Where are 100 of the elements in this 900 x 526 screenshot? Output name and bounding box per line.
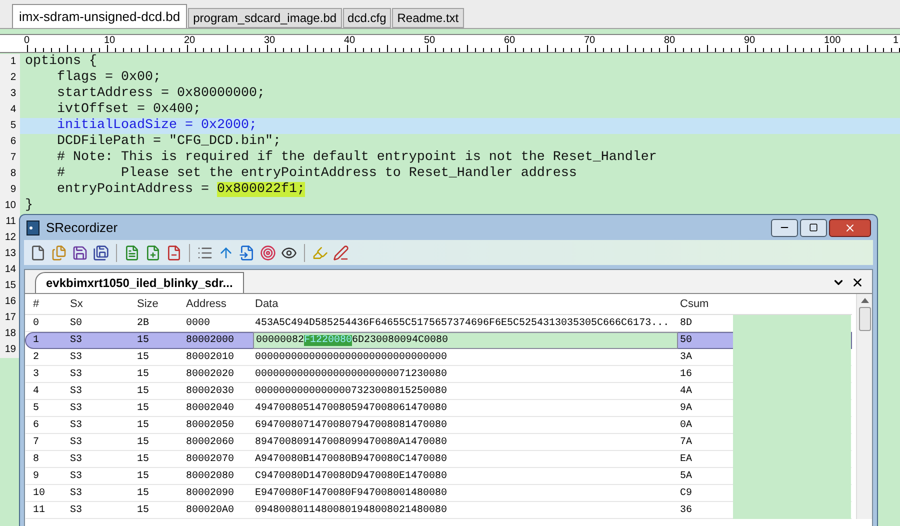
table-cell-text: 15 xyxy=(136,334,150,348)
code-line: entryPointAddress = 0x800022f1; xyxy=(56,182,306,198)
table-row[interactable]: 11 S3 15 800020A0 09480080114800801948008021480080 36 xyxy=(25,502,852,519)
line-number: 16 xyxy=(0,294,20,310)
file-tab[interactable]: dcd.cfg xyxy=(342,8,392,28)
table-cell-text: C9470080D1470080D9470080E1470080 xyxy=(254,470,448,484)
table-cell-text: C9 xyxy=(679,487,694,501)
line-number: 14 xyxy=(0,262,20,278)
file-tab[interactable]: imx-sdram-unsigned-dcd.bd xyxy=(12,4,188,28)
code-line: options { xyxy=(24,54,98,70)
table-cell-text: 1 xyxy=(32,334,40,348)
table-cell-text: 80002080 xyxy=(185,470,236,484)
table-row[interactable]: 9 S3 15 80002080 C9470080D1470080D9470080E1470080 5A xyxy=(25,468,852,485)
table-row[interactable]: 2 S3 15 80002010 00000000000000000000000000000000 3A xyxy=(25,349,852,366)
table-cell-text: 11 xyxy=(32,504,46,518)
close-icon[interactable] xyxy=(851,276,864,289)
table-cell-text: 0A xyxy=(679,419,694,433)
table-cell-text: 2B xyxy=(136,317,150,331)
code-line: startAddress = 0x80000000; xyxy=(56,86,266,102)
table-cell-text: 36 xyxy=(679,504,694,518)
new-file-icon[interactable] xyxy=(30,244,46,260)
app-icon xyxy=(26,220,40,236)
table-row[interactable]: 1 S3 15 80002000 00000082F12200806D230080094C0080 50 xyxy=(25,332,852,349)
column-header[interactable]: # xyxy=(31,296,68,312)
table-row[interactable]: 7 S3 15 80002060 894700809147008099470080A1470080 7A xyxy=(25,434,852,451)
line-number: 17 xyxy=(0,310,20,326)
table-cell-text: 00000000000000000000000071230080 xyxy=(254,368,448,382)
table-cell-text: S3 xyxy=(69,419,84,433)
ruler-label: 0 xyxy=(24,35,30,46)
ruler-label: 80 xyxy=(664,35,676,46)
table-cell-text: 80002050 xyxy=(185,419,236,433)
column-header[interactable]: Address xyxy=(184,296,253,312)
table-cell-text: 15 xyxy=(136,419,150,433)
table-cell-text: S3 xyxy=(69,385,84,399)
scroll-up-icon[interactable] xyxy=(860,298,868,303)
table-cell-text: 80002030 xyxy=(185,385,236,399)
line-number: 19 xyxy=(0,342,20,358)
table-cell-text: 4A xyxy=(679,385,694,399)
table-cell-text: 0000 xyxy=(185,317,212,331)
maximize-button[interactable] xyxy=(800,218,827,236)
target-icon[interactable] xyxy=(260,244,276,260)
file-tab[interactable]: program_sdcard_image.bd xyxy=(188,8,342,28)
ruler-label: 100 xyxy=(824,35,841,46)
column-header[interactable]: Size xyxy=(135,296,184,312)
table-cell-text: S0 xyxy=(69,317,84,331)
save-icon[interactable] xyxy=(72,244,88,260)
file-minus-icon[interactable] xyxy=(166,244,182,260)
table-cell-text: 80002040 xyxy=(185,402,236,416)
line-number: 10 xyxy=(0,198,20,214)
table-cell-text: 15 xyxy=(136,504,150,518)
line-number: 2 xyxy=(0,70,20,86)
eye-icon[interactable] xyxy=(281,244,297,260)
table-cell-text: S3 xyxy=(69,470,84,484)
ruler-label: 70 xyxy=(584,35,596,46)
document-icon[interactable] xyxy=(124,244,140,260)
table-cell-text: 09480080114800801948008021480080 xyxy=(254,504,448,518)
scrollbar[interactable] xyxy=(856,294,872,519)
table-cell-text: 894700809147008099470080A1470080 xyxy=(254,436,448,450)
table-row[interactable]: 4 S3 15 80002030 00000000000000007323008015250080 4A xyxy=(25,383,852,400)
table-row[interactable]: 5 S3 15 80002040 49470080514700805947008061470080 9A xyxy=(25,400,852,417)
table-row[interactable]: 3 S3 15 80002020 00000000000000000000000071230080 16 xyxy=(25,366,852,383)
line-number: 13 xyxy=(0,246,20,262)
table-cell: 00000082F12200806D230080094C0080 xyxy=(253,332,678,349)
arrow-up-icon[interactable] xyxy=(218,244,234,260)
window-title: SRecordizer xyxy=(46,218,118,237)
table-cell-text: 15 xyxy=(136,385,150,399)
column-header[interactable]: Csum xyxy=(678,296,733,312)
line-number: 15 xyxy=(0,278,20,294)
table-cell-text: 15 xyxy=(136,487,150,501)
table-row[interactable]: 6 S3 15 80002050 69470080714700807947008081470080 0A xyxy=(25,417,852,434)
table-row[interactable]: 8 S3 15 80002070 A9470080B1470080B9470080C1470080 EA xyxy=(25,451,852,468)
table-row[interactable]: 10 S3 15 80002090 E9470080F1470080F947008001480080 C9 xyxy=(25,485,852,502)
line-number: 11 xyxy=(0,214,20,230)
table-cell-text: 15 xyxy=(136,368,150,382)
table-cell-text: S3 xyxy=(69,487,84,501)
table-cell-text: 80002020 xyxy=(185,368,236,382)
file-tab[interactable]: Readme.txt xyxy=(392,8,464,28)
table-cell-text: 00000000000000000000000000000000 xyxy=(254,351,448,365)
file-plus-icon[interactable] xyxy=(145,244,161,260)
minimize-button[interactable] xyxy=(771,218,798,236)
close-button[interactable] xyxy=(829,218,871,236)
table-cell-text: 15 xyxy=(136,453,150,467)
table-cell-text: 80002010 xyxy=(185,351,236,365)
table-cell-text: 10 xyxy=(32,487,46,501)
save-all-icon[interactable] xyxy=(93,244,109,260)
column-header[interactable]: Sx xyxy=(68,296,135,312)
list-icon[interactable] xyxy=(197,244,213,260)
line-number: 7 xyxy=(0,150,20,166)
table-cell-text: 9 xyxy=(32,470,40,484)
column-header[interactable]: Data xyxy=(253,296,678,312)
pen-icon[interactable] xyxy=(333,244,349,260)
scrollbar-thumb[interactable] xyxy=(858,307,870,331)
file-input-icon[interactable] xyxy=(239,244,255,260)
ruler-label: 1 xyxy=(893,35,899,46)
table-cell-text: 4 xyxy=(32,385,40,399)
files-icon[interactable] xyxy=(51,244,67,260)
line-number: 3 xyxy=(0,86,20,102)
table-cell-text: A9470080B1470080B9470080C1470080 xyxy=(254,453,448,467)
table-cell-text: S3 xyxy=(69,504,84,518)
document-tab[interactable]: evkbimxrt1050_iled_blinky_sdr... xyxy=(35,272,244,293)
